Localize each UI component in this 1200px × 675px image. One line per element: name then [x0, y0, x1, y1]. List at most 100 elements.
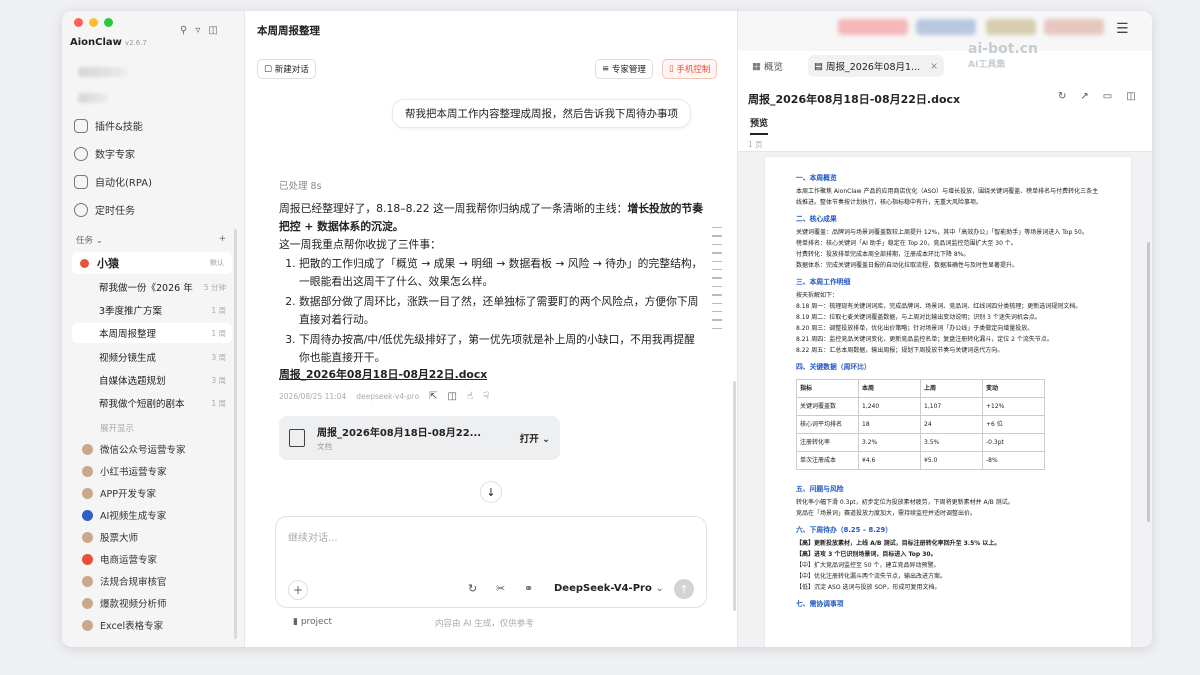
new-chat-button[interactable]: ▢ 新建对话 [257, 59, 316, 79]
app-version: v2.6.7 [124, 39, 147, 47]
expert-management-label: 专家管理 [611, 65, 646, 75]
avatar [82, 597, 93, 609]
model-selector[interactable]: DeepSeek-V4-Pro ⌄ [554, 583, 664, 594]
task-label: 视频分镜生成 [99, 353, 157, 364]
refresh-icon[interactable]: ↻ [1058, 91, 1066, 102]
search-icon[interactable]: ⚲ [180, 25, 187, 36]
arrow-up-icon: ↑ [679, 582, 689, 596]
doc-paragraph: 按天拆解如下： [796, 292, 839, 299]
nav-scheduled-tasks[interactable]: 定时任务 [74, 202, 135, 217]
avatar [82, 465, 93, 477]
nav-automation[interactable]: 自动化(RPA) [74, 174, 152, 189]
expert-label: 爆款视频分析师 [100, 599, 167, 610]
external-link-icon[interactable]: ↗ [1080, 91, 1088, 102]
task-item[interactable]: 3季度推广方案 1 周 [72, 300, 232, 320]
toc-indicator[interactable] [712, 227, 722, 336]
filter-icon[interactable]: ▿ [195, 25, 200, 36]
task-label: 本周周报整理 [99, 329, 157, 340]
chat-input-box[interactable]: 继续对话... + ↻ ✂ ⚭ DeepSeek-V4-Pro ⌄ ↑ [275, 516, 707, 608]
minimize-window-button[interactable] [89, 18, 98, 27]
doc-paragraph: 【中】优化注册转化漏斗两个流失节点，输出改进方案。 [796, 573, 947, 580]
tab-overview[interactable]: ▦ 概览 [746, 55, 789, 77]
document-scrollbar[interactable] [1147, 242, 1150, 522]
nav-plugins[interactable]: 插件&技能 [74, 118, 143, 133]
avatar [82, 487, 93, 499]
sidebar-scrollbar[interactable] [234, 229, 237, 639]
table-cell: ¥4.6 [858, 451, 921, 470]
table-row: 指标 本周 上周 变动 [796, 379, 1045, 398]
assistant-reply: 周报已经整理好了，8.18–8.22 这一周我帮你归纳成了一条清晰的主线：增长投… [279, 200, 704, 369]
scroll-down-button[interactable]: ↓ [480, 481, 502, 503]
tasks-toggle[interactable]: 任务 ⌄ [76, 234, 103, 246]
expert-item[interactable]: 微信公众号运营专家 [82, 442, 186, 456]
expert-management-button[interactable]: ≡ 专家管理 [595, 59, 653, 79]
thumbs-down-icon[interactable]: ☟ [483, 391, 489, 402]
sidebar-toggle-icon[interactable]: ◫ [208, 25, 217, 36]
microphone-icon[interactable]: ⚭ [524, 582, 533, 595]
add-attachment-button[interactable]: + [288, 580, 308, 600]
open-file-button[interactable]: 打开 ⌄ [520, 431, 550, 445]
expert-item[interactable]: 股票大师 [82, 530, 138, 544]
expert-label: AI视频生成专家 [100, 511, 167, 522]
settings-icon: ≡ [602, 64, 612, 74]
expert-item[interactable]: APP开发专家 [82, 486, 156, 500]
task-item[interactable]: 帮我做一份《2026 年 5 分钟 [72, 277, 232, 297]
expert-item[interactable]: 法规合规审核官 [82, 574, 167, 588]
tab-preview[interactable]: 预览 [750, 116, 769, 135]
share-icon[interactable]: ⇱ [429, 391, 437, 402]
expert-item[interactable]: 小红书运营专家 [82, 464, 167, 478]
reply-intro-2: 这一周我重点帮你收拢了三件事： [279, 238, 441, 251]
scissors-icon[interactable]: ✂ [496, 582, 505, 595]
document-panel: ☰ ▦ 概览 ▤ 周报_2026年08月1... × ai-bot.cn AI工具集… [737, 11, 1152, 647]
thumbs-up-icon[interactable]: ☝ [467, 391, 473, 402]
task-label: 3季度推广方案 [99, 306, 163, 317]
document-preview: 一、本周概览 本周工作聚焦 AionClaw 产品的应用商店优化（ASO）与增长… [738, 151, 1152, 647]
close-window-button[interactable] [74, 18, 83, 27]
doc-paragraph: 8.20 周三：调整投放排单，优化出价策略；针对场景词「办公线」子类做定向增量投… [796, 325, 1034, 332]
right-topbar: ☰ [738, 11, 1152, 51]
close-tab-icon[interactable]: × [930, 61, 938, 72]
document-icon [289, 429, 305, 447]
file-card-name: 周报_2026年08月18日-08月22... [317, 428, 482, 439]
group-tag: 默认 [210, 259, 224, 267]
file-card[interactable]: 周报_2026年08月18日-08月22... 文档 打开 ⌄ [279, 416, 560, 460]
file-link[interactable]: 周报_2026年08月18日-08月22日.docx [279, 366, 487, 382]
task-item-active[interactable]: 本周周报整理 1 周 [72, 323, 232, 343]
copy-icon[interactable]: ◫ [1126, 91, 1135, 102]
maximize-window-button[interactable] [104, 18, 113, 27]
expand-link[interactable]: 展开显示 [100, 422, 134, 434]
sidebar: AionClaw v2.6.7 ⚲ ▿ ◫ 插件&技能 数字专家 自动化(RPA)… [62, 11, 244, 647]
phone-control-button[interactable]: ▯ 手机控制 [662, 59, 718, 79]
document-icon: ▤ [814, 60, 826, 72]
menu-icon[interactable]: ☰ [1116, 21, 1129, 37]
tab-file[interactable]: ▤ 周报_2026年08月1... × [808, 55, 945, 77]
nav-digital-experts[interactable]: 数字专家 [74, 146, 135, 161]
expert-label: 微信公众号运营专家 [100, 445, 186, 456]
folder-icon[interactable]: ▭ [1103, 91, 1112, 102]
meta-model: deepseek-v4-pro [356, 392, 420, 401]
task-item[interactable]: 帮我做个短剧的剧本 1 周 [72, 393, 232, 413]
arrow-down-icon: ↓ [486, 485, 496, 499]
table-cell: 上周 [920, 379, 983, 398]
task-item[interactable]: 自媒体选题规划 3 周 [72, 370, 232, 390]
task-group[interactable]: 小猿 默认 [72, 252, 232, 274]
table-row: 注册转化率 3.2% 3.5% -0.3pt [796, 433, 1045, 452]
send-button[interactable]: ↑ [674, 579, 694, 599]
refresh-icon[interactable]: ↻ [468, 582, 477, 595]
file-card-type: 文档 [317, 442, 332, 451]
reply-intro: 周报已经整理好了，8.18–8.22 这一周我帮你归纳成了一条清晰的主线：增长投… [279, 202, 704, 233]
expert-label: 电商运营专家 [100, 555, 158, 566]
copy-icon[interactable]: ◫ [448, 391, 457, 402]
table-row: 单次注册成本 ¥4.6 ¥5.0 -8% [796, 451, 1045, 470]
window-controls [74, 18, 113, 27]
chat-input[interactable]: 继续对话... [288, 529, 338, 544]
expert-item[interactable]: 爆款视频分析师 [82, 596, 167, 610]
expert-item[interactable]: AI视频生成专家 [82, 508, 166, 522]
chat-scrollbar[interactable] [733, 381, 736, 611]
nav-label: 数字专家 [95, 150, 135, 161]
add-task-button[interactable]: + [219, 234, 226, 246]
expert-item[interactable]: 电商运营专家 [82, 552, 157, 566]
task-item[interactable]: 视频分镜生成 3 周 [72, 347, 232, 367]
project-label[interactable]: ▮ project [293, 617, 332, 627]
expert-item[interactable]: Excel表格专家 [82, 618, 163, 632]
